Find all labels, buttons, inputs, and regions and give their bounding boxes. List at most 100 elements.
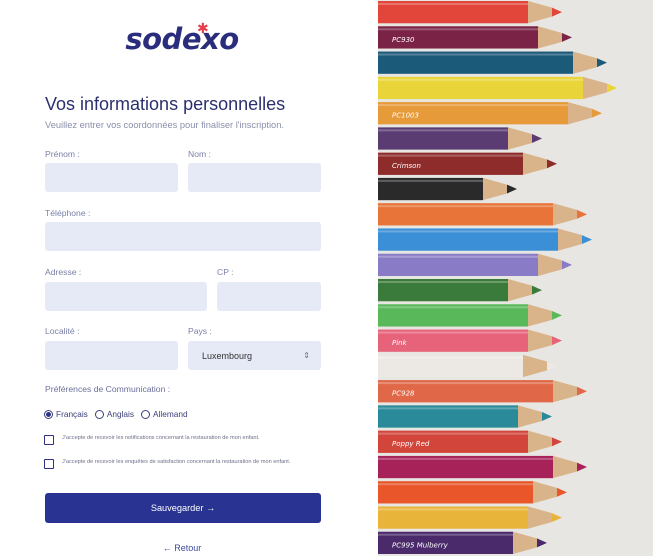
pencil-shine xyxy=(378,356,523,359)
pencil xyxy=(378,455,587,479)
pencil-tip xyxy=(592,108,602,118)
pencil-wood xyxy=(513,531,537,554)
pencil-label: PC930 xyxy=(392,36,415,44)
pencil-wood xyxy=(528,506,552,529)
pencil-tip xyxy=(547,159,557,169)
pencil: Pink xyxy=(378,329,562,352)
pencil: Crimson xyxy=(378,152,557,175)
notifications-checkbox[interactable] xyxy=(44,435,54,445)
registration-form-panel: sodexo ✱ Vos informations personnelles V… xyxy=(0,0,378,556)
pencil-tip xyxy=(577,209,587,219)
pencil-shine xyxy=(378,306,528,309)
pencil xyxy=(378,228,592,251)
pencil-label: Poppy Red xyxy=(392,440,430,448)
pencil-tip xyxy=(577,462,587,472)
pencil xyxy=(378,279,542,302)
pencil-wood xyxy=(568,102,592,125)
pencil-tip xyxy=(552,310,562,320)
pencil-wood xyxy=(528,329,552,352)
localite-input[interactable] xyxy=(45,341,178,370)
radio-dot-icon xyxy=(44,409,53,419)
page-title: Vos informations personnelles xyxy=(45,94,286,114)
pencil-shine xyxy=(378,533,513,536)
pencil xyxy=(378,405,552,428)
radio-label: Anglais xyxy=(106,409,135,419)
pencil-tip xyxy=(582,235,592,245)
save-button[interactable]: Sauvegarder → xyxy=(45,493,321,523)
pencil-tip xyxy=(537,538,547,548)
pencil: Poppy Red xyxy=(378,430,562,453)
pencil-shine xyxy=(378,129,508,132)
pencil-shine xyxy=(378,281,508,283)
pencil-wood xyxy=(553,203,577,226)
pays-selected-value: Luxembourg xyxy=(202,350,253,361)
pencil-shine xyxy=(378,331,528,334)
pencil: PC995 Mulberry xyxy=(378,531,547,554)
pencil-shine xyxy=(378,483,533,486)
pencil-tip xyxy=(532,134,542,143)
pencil xyxy=(378,127,542,150)
radio-allemand[interactable]: Allemand xyxy=(141,409,188,419)
pencil-shine xyxy=(378,28,538,31)
nom-input[interactable] xyxy=(188,163,321,192)
telephone-input[interactable] xyxy=(45,222,321,251)
pencil-wood xyxy=(573,51,597,74)
back-link[interactable]: ← Retour xyxy=(0,543,364,553)
pencil-tip xyxy=(577,386,587,396)
logo-text: sodexo xyxy=(125,22,239,56)
adresse-input[interactable] xyxy=(45,282,207,311)
pencil xyxy=(378,506,562,529)
telephone-label: Téléphone : xyxy=(45,208,91,218)
pencil-tip xyxy=(552,7,562,17)
pencil-shine xyxy=(378,78,583,81)
pencil-wood xyxy=(538,26,562,49)
pencil-shine xyxy=(378,432,528,435)
colored-pencils-photo: PC930 PC1003 Crimson Pink PC928 Poppy Red PC99… xyxy=(378,0,653,556)
pencil-shine xyxy=(378,230,558,233)
pencil-tip xyxy=(507,184,517,194)
cp-input[interactable] xyxy=(217,282,321,311)
pencil-tip xyxy=(547,361,557,371)
pencil-tip xyxy=(607,83,617,93)
pays-select[interactable]: Luxembourg ⇕ xyxy=(188,341,321,370)
pencil-tip xyxy=(552,336,562,346)
pencil-label: Crimson xyxy=(392,162,421,170)
consent-notifications: J'accepte de recevoir les notifications … xyxy=(44,434,332,445)
pencil-wood xyxy=(583,76,607,100)
pencil-label: Pink xyxy=(392,339,408,347)
surveys-checkbox[interactable] xyxy=(44,459,54,469)
pencil-wood xyxy=(553,455,577,479)
pencil-wood xyxy=(528,304,552,327)
page-subtitle: Veuillez entrer vos coordonnées pour fin… xyxy=(45,120,284,130)
pencil-wood xyxy=(528,1,552,24)
logo-star-icon: ✱ xyxy=(197,20,209,36)
pencil-label: PC1003 xyxy=(392,112,419,120)
pencil: PC1003 xyxy=(378,102,602,125)
pencil-shine xyxy=(378,382,553,385)
pencil-wood xyxy=(553,380,577,403)
pencil-shine xyxy=(378,104,568,107)
pencil xyxy=(378,1,562,24)
pencil-shine xyxy=(378,457,553,460)
prenom-input[interactable] xyxy=(45,163,178,192)
pencil-wood xyxy=(528,430,552,453)
communication-preferences-label: Préférences de Communication : xyxy=(45,384,171,394)
cp-label: CP : xyxy=(217,267,234,277)
pencil-tip xyxy=(562,32,572,42)
pencils-illustration: PC930 PC1003 Crimson Pink PC928 Poppy Red PC99… xyxy=(378,1,617,554)
radio-dot-icon xyxy=(141,409,151,419)
pencil xyxy=(378,203,587,226)
pencil-shine xyxy=(378,53,573,56)
pencil-tip xyxy=(532,285,542,295)
pencil xyxy=(378,177,517,201)
nom-label: Nom : xyxy=(188,149,211,159)
pencil-wood xyxy=(523,354,547,378)
radio-anglais[interactable]: Anglais xyxy=(94,409,135,419)
pencil xyxy=(378,481,567,504)
pencil xyxy=(378,51,607,74)
radio-francais[interactable]: Français xyxy=(44,409,88,419)
pencil: PC928 xyxy=(378,380,587,403)
pencil-wood xyxy=(523,152,547,175)
pencil-tip xyxy=(557,487,567,497)
radio-dot-icon xyxy=(94,409,104,419)
